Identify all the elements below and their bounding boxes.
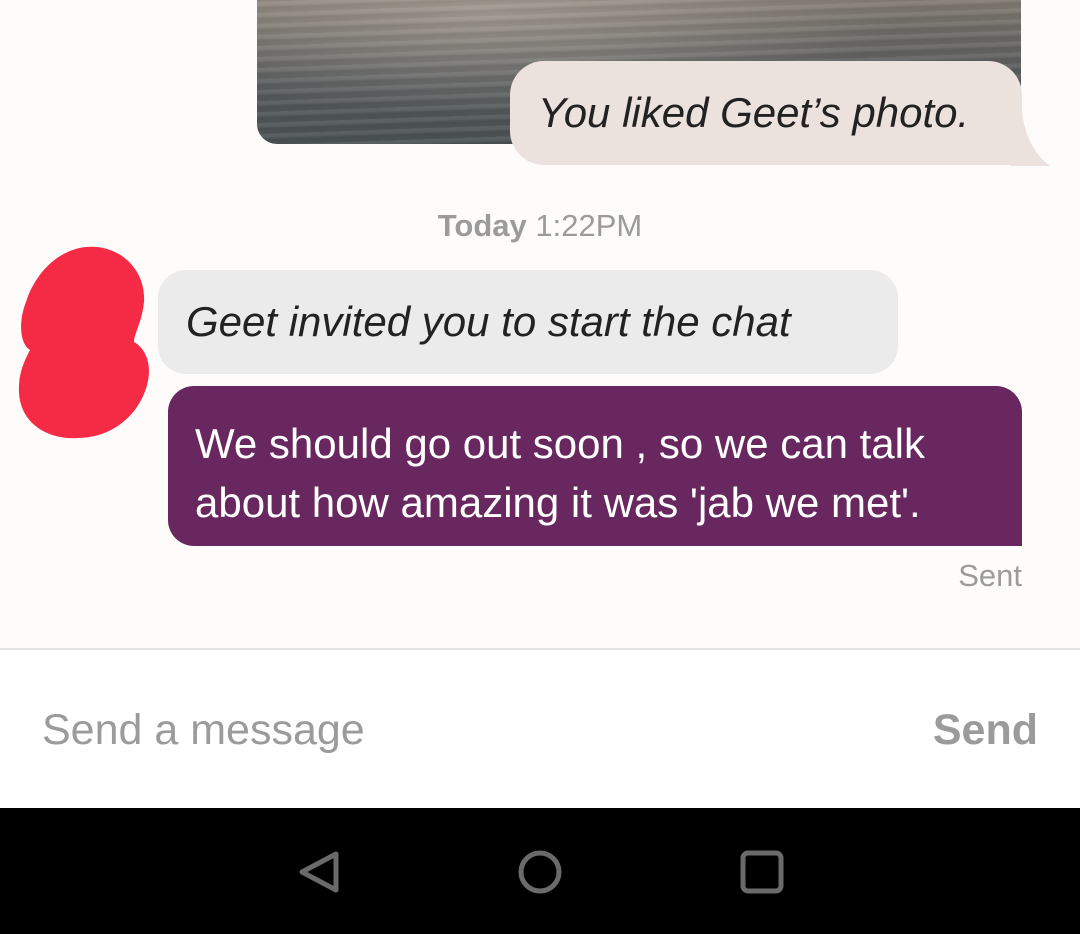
message-status: Sent bbox=[958, 558, 1022, 593]
recents-square-icon[interactable] bbox=[738, 848, 786, 896]
chat-invite-text: Geet invited you to start the chat bbox=[186, 298, 791, 345]
home-circle-icon[interactable] bbox=[516, 848, 564, 896]
send-button[interactable]: Send bbox=[933, 698, 1038, 762]
android-navigation-bar bbox=[0, 808, 1080, 934]
avatar[interactable] bbox=[16, 246, 152, 440]
back-triangle-icon[interactable] bbox=[296, 848, 344, 896]
liked-photo-bubble: You liked Geet’s photo. bbox=[510, 61, 1022, 165]
timestamp-time: 1:22PM bbox=[535, 208, 643, 243]
chat-invite-bubble: Geet invited you to start the chat bbox=[158, 270, 898, 374]
message-composer: Send bbox=[0, 648, 1080, 808]
sent-message-text: We should go out soon , so we can talk a… bbox=[195, 420, 925, 526]
conversation-area: You liked Geet’s photo. Today 1:22PM Gee… bbox=[0, 0, 1080, 648]
avatar-redaction-scribble bbox=[18, 246, 149, 439]
message-timestamp: Today 1:22PM bbox=[0, 208, 1080, 244]
timestamp-day: Today bbox=[437, 208, 527, 243]
message-input[interactable] bbox=[42, 698, 842, 762]
sent-message-bubble[interactable]: We should go out soon , so we can talk a… bbox=[168, 386, 1022, 546]
liked-photo-text: You liked Geet’s photo. bbox=[538, 89, 970, 136]
chat-screen: You liked Geet’s photo. Today 1:22PM Gee… bbox=[0, 0, 1080, 934]
